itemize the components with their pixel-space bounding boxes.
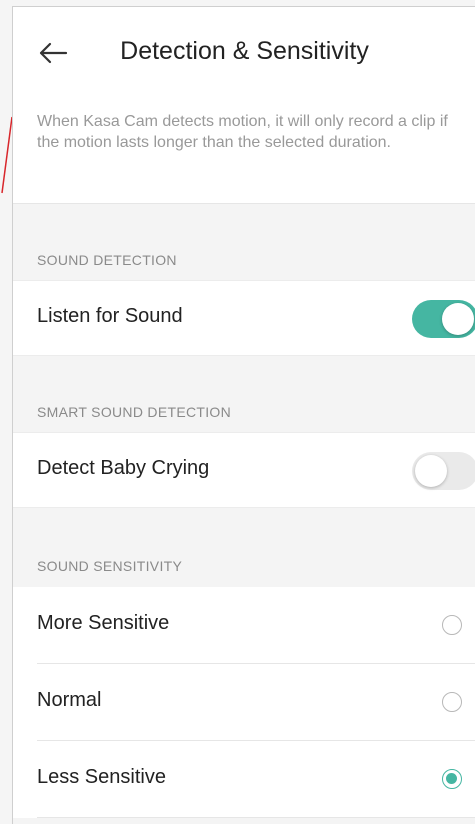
section-header-sound-detection: SOUND DETECTION bbox=[13, 204, 475, 280]
listen-for-sound-toggle[interactable] bbox=[412, 300, 475, 338]
toggle-knob bbox=[415, 455, 447, 487]
page-title: Detection & Sensitivity bbox=[120, 37, 369, 65]
description-text: When Kasa Cam detects motion, it will on… bbox=[37, 113, 448, 151]
header-bar: Detection & Sensitivity bbox=[13, 7, 475, 95]
sensitivity-option-label: Normal bbox=[37, 689, 102, 711]
detect-baby-crying-toggle[interactable] bbox=[412, 452, 475, 490]
divider bbox=[37, 817, 475, 818]
section-header-sound-sensitivity: SOUND SENSITIVITY bbox=[13, 510, 475, 586]
description-block: When Kasa Cam detects motion, it will on… bbox=[13, 95, 475, 204]
listen-for-sound-label: Listen for Sound bbox=[37, 305, 183, 327]
radio-button-less-sensitive[interactable] bbox=[442, 769, 462, 789]
detection-sensitivity-screen: Detection & Sensitivity When Kasa Cam de… bbox=[12, 6, 475, 824]
section-title-sound-detection: SOUND DETECTION bbox=[37, 252, 177, 268]
sensitivity-option-label: Less Sensitive bbox=[37, 766, 166, 788]
toggle-knob bbox=[442, 303, 474, 335]
detect-baby-crying-label: Detect Baby Crying bbox=[37, 457, 210, 479]
detect-baby-crying-row: Detect Baby Crying bbox=[13, 432, 475, 508]
section-title-sound-sensitivity: SOUND SENSITIVITY bbox=[37, 558, 183, 574]
sensitivity-option-normal[interactable]: Normal bbox=[13, 664, 475, 741]
sensitivity-option-more-sensitive[interactable]: More Sensitive bbox=[13, 587, 475, 664]
sensitivity-option-less-sensitive[interactable]: Less Sensitive bbox=[13, 741, 475, 818]
radio-button-normal[interactable] bbox=[442, 692, 462, 712]
sensitivity-option-label: More Sensitive bbox=[37, 612, 170, 634]
section-title-smart-sound-detection: SMART SOUND DETECTION bbox=[37, 404, 232, 420]
radio-button-more-sensitive[interactable] bbox=[442, 615, 462, 635]
listen-for-sound-row: Listen for Sound bbox=[13, 280, 475, 356]
section-header-smart-sound-detection: SMART SOUND DETECTION bbox=[13, 356, 475, 432]
